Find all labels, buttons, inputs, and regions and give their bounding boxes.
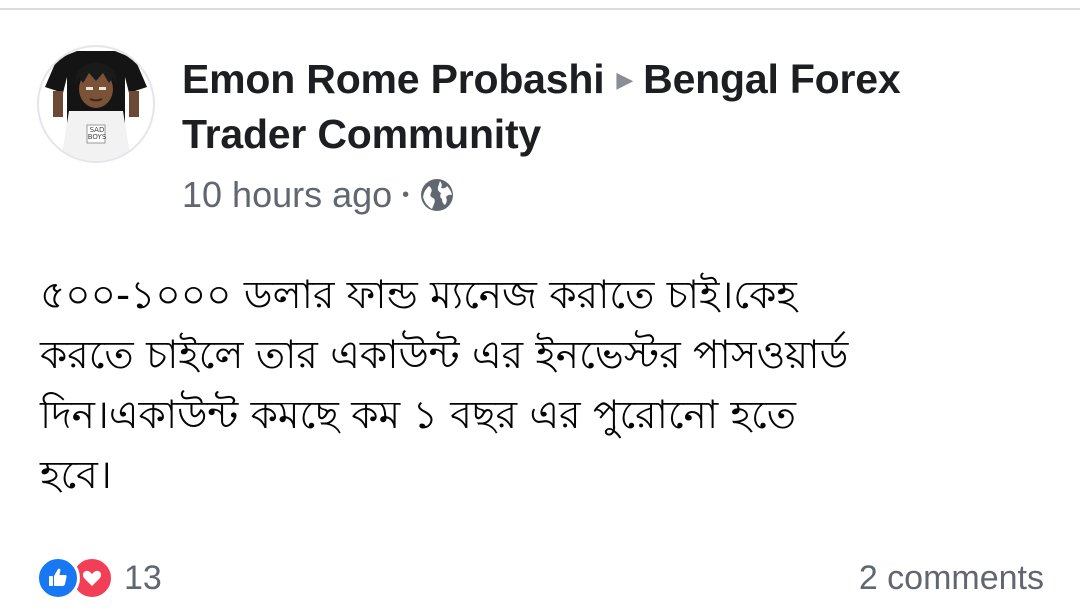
shared-to-arrow-icon: ▶	[616, 67, 634, 92]
group-name[interactable]: Bengal Forex	[643, 56, 901, 102]
group-name-continued[interactable]: Trader Community	[182, 111, 541, 157]
feed-post: SAD BOYS Emon Rome Probashi ▶ Bengal Forex…	[0, 0, 1080, 616]
globe-icon[interactable]	[419, 177, 455, 213]
comments-count-link[interactable]: 2 comments	[859, 552, 1044, 604]
post-meta: 10 hours ago •	[182, 172, 455, 218]
avatar-image	[45, 51, 147, 161]
author-name[interactable]: Emon Rome Probashi	[182, 56, 605, 102]
post-footer: 13 2 comments	[36, 552, 1044, 604]
reaction-count: 13	[124, 558, 162, 597]
post-timestamp[interactable]: 10 hours ago	[182, 172, 392, 218]
reactions-summary[interactable]: 13	[36, 552, 162, 604]
avatar[interactable]: SAD BOYS	[37, 45, 155, 163]
meta-separator: •	[402, 184, 410, 206]
avatar-shirt-text: SAD BOYS	[87, 126, 107, 141]
post-body-text: ৫০০-১০০০ ডলার ফান্ড ম্যনেজ করাতে চাই।কেহ…	[40, 273, 849, 498]
post-header: Emon Rome Probashi ▶ Bengal Forex Trader C…	[182, 52, 1042, 161]
like-icon	[36, 556, 80, 600]
